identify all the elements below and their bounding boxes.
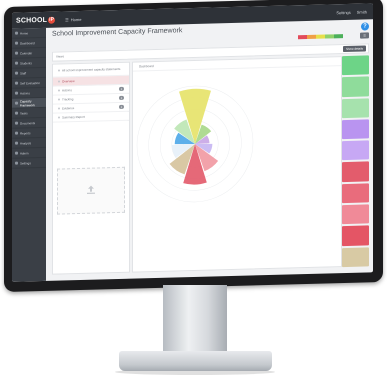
legend-swatch: [334, 34, 343, 39]
count-badge: 1: [119, 86, 124, 91]
app-logo[interactable]: SCHOOL iP: [16, 16, 56, 25]
bullet-icon: [58, 107, 60, 110]
nav-icon: [15, 131, 18, 135]
sidebar-item-label: Actions: [20, 90, 30, 96]
logo-mark: iP: [48, 16, 56, 24]
statement-label: Evidence: [62, 106, 75, 111]
statement-list-item[interactable]: Summary Report: [53, 111, 129, 123]
statement-card[interactable]: [342, 247, 369, 268]
show-details-button[interactable]: Show details: [342, 45, 366, 53]
legend-swatch: [307, 34, 316, 40]
nav-icon: [15, 81, 18, 85]
nav-icon: [15, 101, 18, 105]
statement-label: Overview: [62, 79, 75, 84]
sidebar-item-label: Calendar: [20, 50, 33, 56]
legend-swatch: [316, 34, 325, 39]
nav-icon: [15, 71, 18, 75]
count-badge: 1: [119, 95, 124, 100]
statement-card[interactable]: [342, 55, 369, 76]
statement-list-panel: All school improvement capacity statemen…: [52, 61, 130, 275]
count-badge: 1: [119, 104, 124, 109]
statement-card[interactable]: [342, 225, 369, 246]
statement-label: Actions: [62, 88, 72, 93]
dashboard-label: Dashboard: [139, 64, 154, 69]
help-button[interactable]: ?: [361, 22, 369, 31]
rating-legend: [298, 34, 343, 40]
nav-icon: [15, 141, 18, 145]
sidebar-item-label: Analysis: [20, 140, 32, 146]
legend-swatch: [298, 35, 307, 40]
nav-icon: [15, 161, 18, 165]
nav-icon: [15, 151, 18, 155]
statement-card[interactable]: [342, 161, 369, 182]
sidebar-item-label: Admin: [20, 150, 29, 156]
sidebar-item-label: Home: [20, 30, 29, 36]
bullet-icon: [58, 69, 60, 72]
monitor-stand-neck: [163, 285, 227, 355]
bullet-icon: [58, 98, 60, 101]
nav-icon: [15, 121, 18, 125]
statement-card[interactable]: [342, 204, 369, 225]
statement-card[interactable]: [342, 119, 369, 140]
statement-label: All school improvement capacity statemen…: [62, 66, 121, 73]
sidebar-item-label: Students: [20, 60, 32, 66]
statement-label: Summary Report: [62, 114, 85, 120]
monitor-stand-base: [119, 351, 272, 371]
nav-icon: [15, 31, 18, 35]
statement-cards: [342, 55, 369, 268]
page-title: School Improvement Capacity Framework: [52, 27, 183, 38]
statement-label: Tracking: [62, 97, 74, 102]
views-label[interactable]: Views: [56, 54, 64, 58]
nav-icon: [15, 51, 18, 55]
nav-icon: [15, 61, 18, 65]
upload-icon: [87, 185, 95, 194]
sidebar-item-label: Staff: [20, 70, 27, 76]
options-button[interactable]: ☰: [360, 32, 369, 39]
menu-icon: ☰: [65, 16, 69, 22]
statement-card[interactable]: [342, 76, 369, 97]
sidebar-item[interactable]: Settings: [12, 157, 46, 169]
sidebar-item-label: Dashboard: [20, 40, 35, 46]
sidebar-item-label: Tasks: [20, 110, 28, 116]
statement-card[interactable]: [342, 140, 369, 161]
app-screen: SCHOOL iP ☰ Home Settings Smith Home Dash…: [12, 3, 373, 282]
top-menu[interactable]: ☰ Home: [65, 16, 81, 21]
legend-swatch: [325, 34, 334, 39]
statement-card[interactable]: [342, 97, 369, 119]
bullet-icon: [58, 116, 60, 119]
user-link[interactable]: Smith: [357, 9, 367, 14]
logo-text: SCHOOL: [16, 16, 48, 25]
upload-dropzone[interactable]: [57, 166, 125, 215]
user-menu: Settings Smith: [336, 9, 367, 15]
sidebar-item-label: Settings: [20, 160, 31, 166]
sidebar-item-label: Documents: [20, 120, 36, 126]
nav-icon: [15, 111, 18, 115]
polar-area-chart: [136, 85, 254, 203]
statement-card[interactable]: [342, 183, 369, 204]
nav-icon: [15, 91, 18, 95]
upload-text: [61, 196, 121, 198]
sidebar-item-label: Self Evaluation: [20, 80, 41, 86]
monitor-frame: SCHOOL iP ☰ Home Settings Smith Home Dash…: [4, 0, 383, 292]
menu-label: Home: [70, 16, 82, 22]
sidebar-item-label: Reports: [20, 130, 31, 136]
bullet-icon: [58, 89, 60, 92]
bullet-icon: [58, 80, 60, 83]
settings-link[interactable]: Settings: [336, 9, 350, 14]
nav-icon: [15, 41, 18, 45]
sidebar-item-label: Capacity Framework: [19, 98, 35, 108]
chart-panel: Dashboard: [132, 56, 342, 273]
sidebar: Home Dashboard Calendar Students Staff Self E…: [12, 27, 46, 282]
main-content: School Improvement Capacity Framework ? …: [46, 19, 373, 281]
